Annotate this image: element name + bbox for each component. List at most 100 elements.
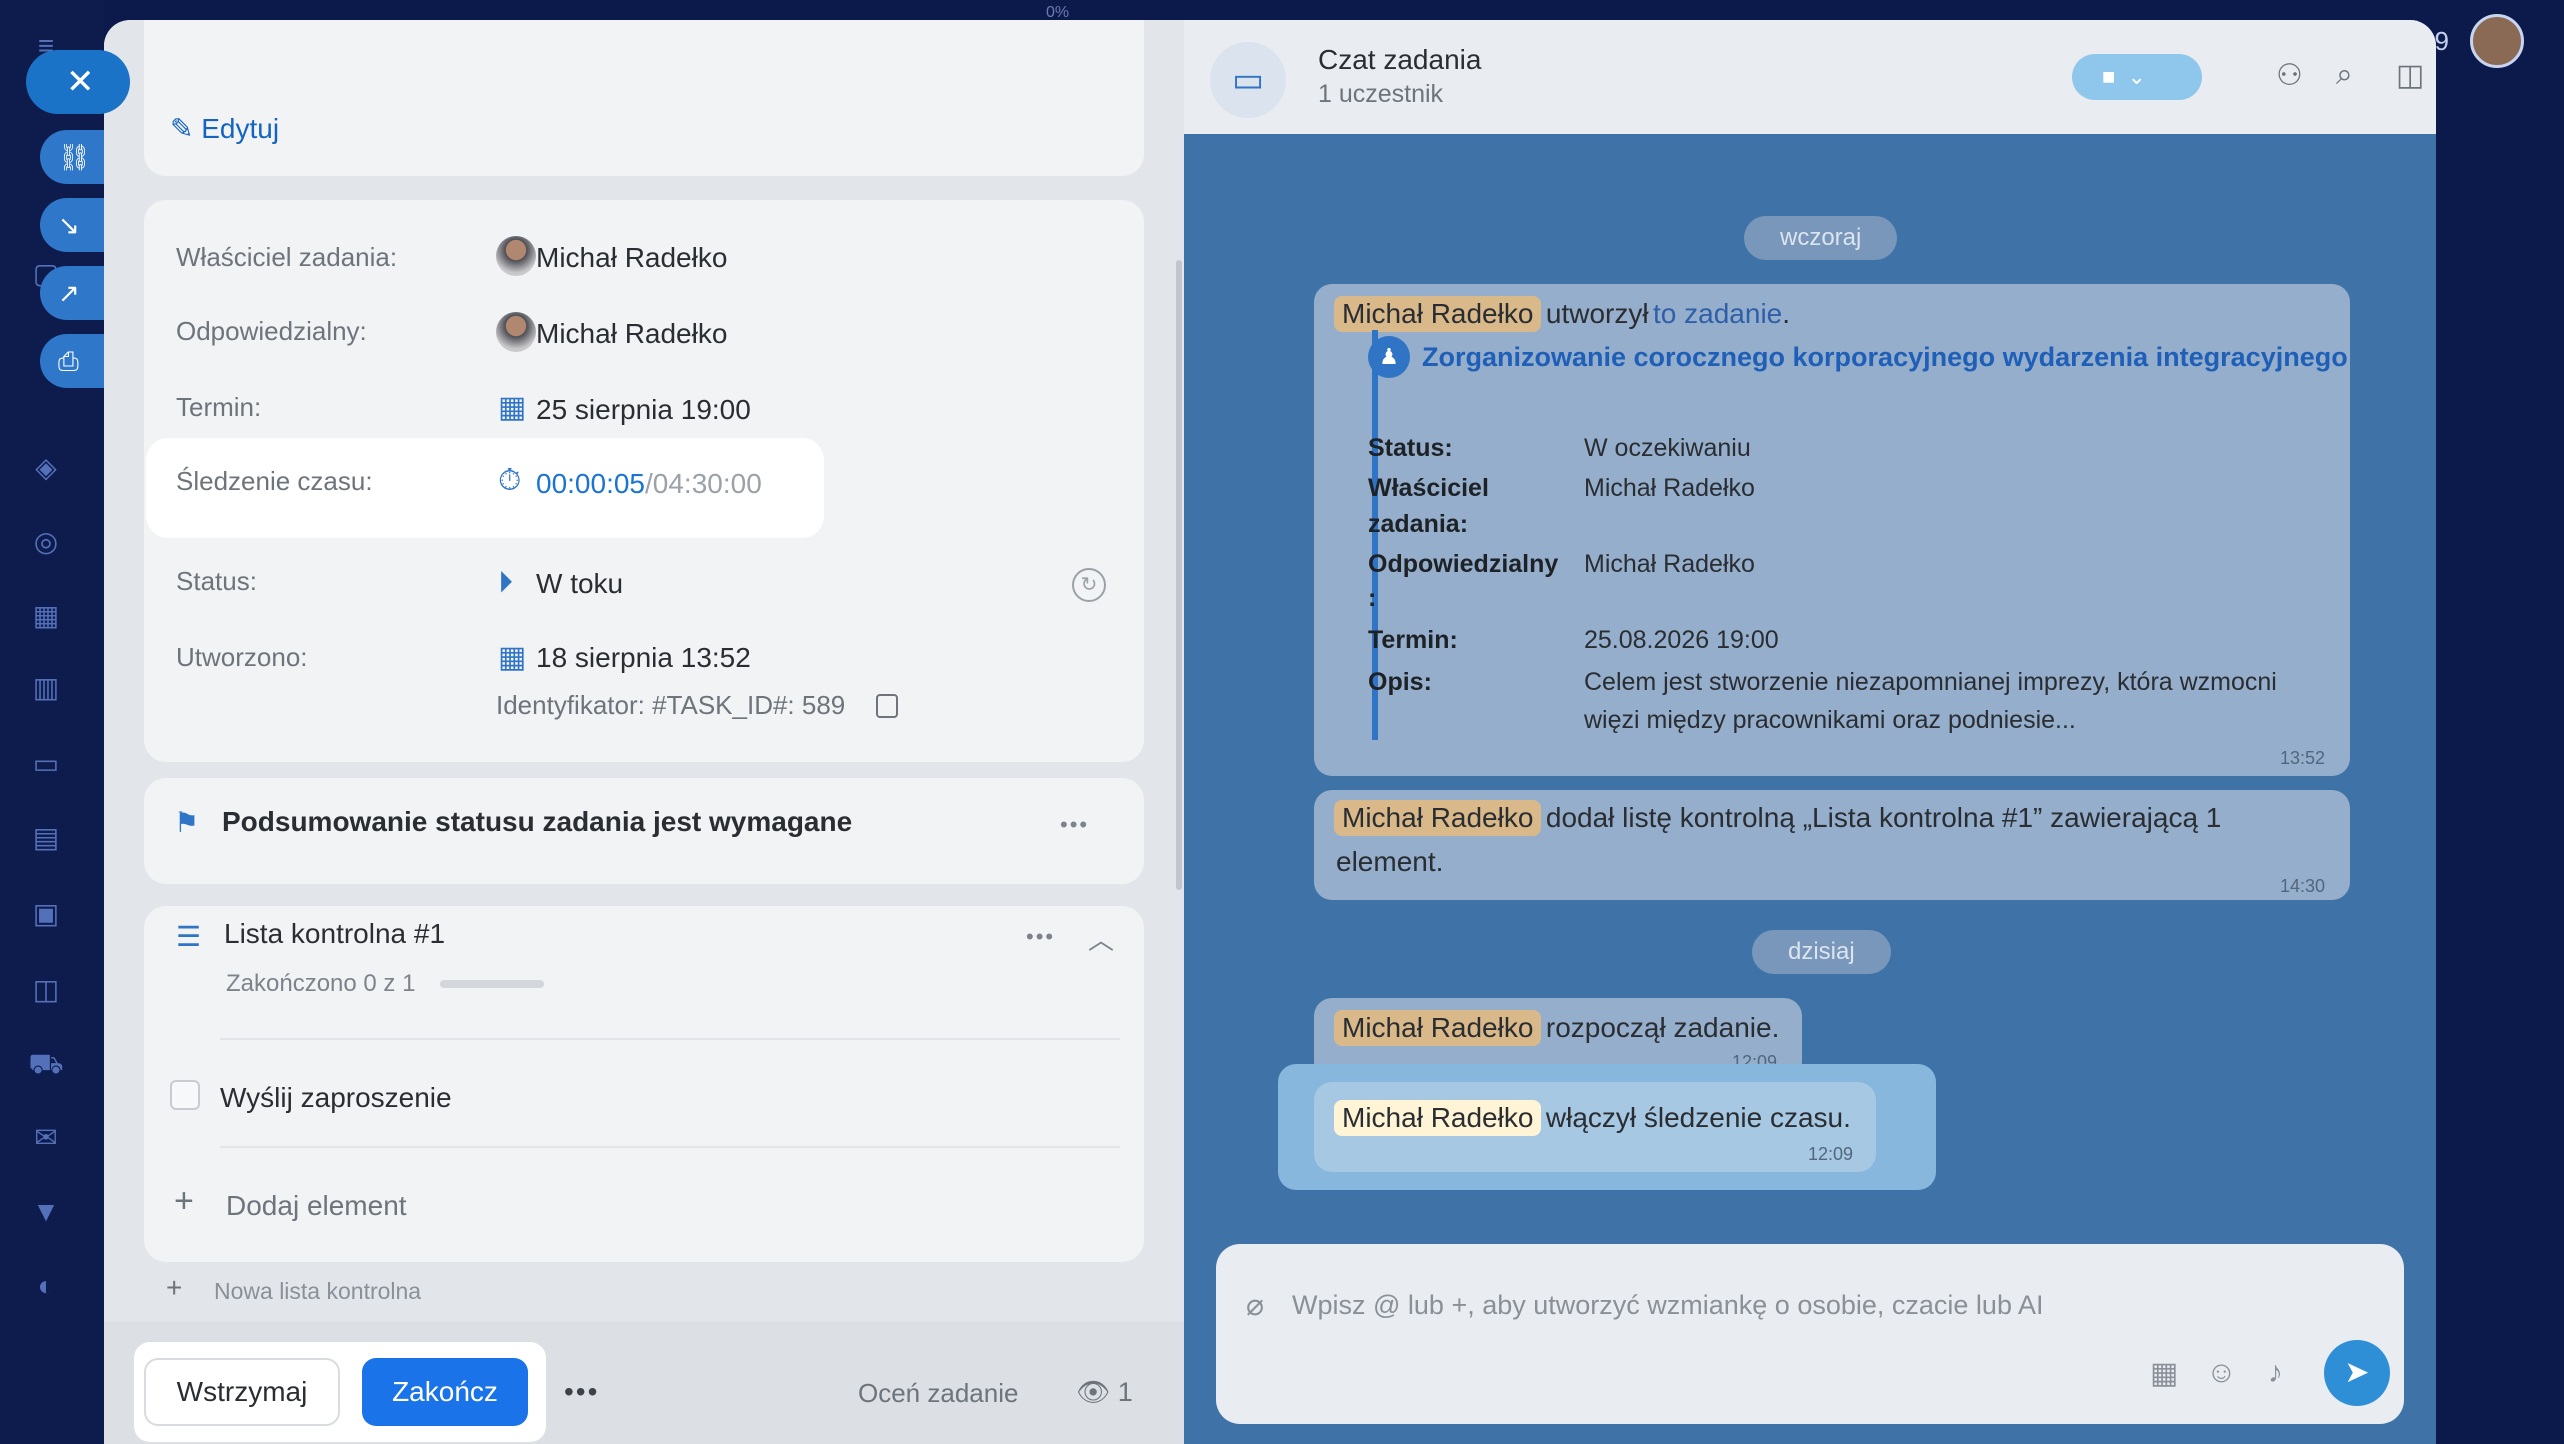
stopwatch-icon: ⏱ xyxy=(498,464,522,497)
mail-icon[interactable]: ✉ xyxy=(26,1118,66,1158)
billing-icon[interactable]: ▭ xyxy=(26,744,66,784)
responsible-label: Odpowiedzialny: xyxy=(176,316,367,346)
board-icon[interactable]: ▣ xyxy=(26,894,66,934)
author-mention[interactable]: Michał Radełko xyxy=(1334,296,1542,332)
sidebar-toggle-icon[interactable]: ◫ xyxy=(2396,58,2424,93)
time-tracking-value[interactable]: 00:00:05/04:30:00 xyxy=(536,468,762,500)
external-link-icon[interactable]: ↗ xyxy=(40,266,104,320)
chat-title: Czat zadania xyxy=(1318,44,1482,75)
task-details-pane: ✎ Edytuj Właściciel zadania: Michał Rade… xyxy=(104,20,1184,1444)
viewers-count[interactable]: 👁 1 xyxy=(1076,1376,1133,1408)
author-mention[interactable]: Michał Radełko xyxy=(1334,1100,1542,1136)
created-value: 18 sierpnia 13:52 xyxy=(536,642,751,673)
message-time: 14:30 xyxy=(2280,876,2326,896)
link-icon[interactable]: ⛓ xyxy=(40,130,104,184)
eye-icon: 👁 xyxy=(1076,1377,1118,1407)
quote-owner-label: Właściciel xyxy=(1368,474,1489,502)
rate-task-button[interactable]: Oceń zadanie xyxy=(858,1378,1018,1409)
description-card xyxy=(144,20,1144,176)
target-icon[interactable]: ◎ xyxy=(26,522,66,562)
add-user-icon[interactable]: ⚇ xyxy=(2276,58,2303,93)
task-id: Identyfikator: #TASK_ID#: 589 xyxy=(496,690,846,720)
created-label: Utworzono: xyxy=(176,642,308,672)
owner-avatar[interactable] xyxy=(496,236,536,276)
checklist-item-checkbox[interactable] xyxy=(170,1080,200,1110)
search-icon[interactable]: ⌕ xyxy=(2336,58,2353,92)
message-time: 12:09 xyxy=(1808,1144,1854,1164)
summary-title: Podsumowanie statusu zadania jest wymaga… xyxy=(222,806,853,837)
author-mention[interactable]: Michał Radełko xyxy=(1334,1010,1542,1046)
settings-icon[interactable]: ◐ xyxy=(26,1266,66,1306)
calendar-icon: ▦ xyxy=(498,391,527,424)
message-line: Michał Radełko rozpoczął zadanie. xyxy=(1334,1010,1779,1046)
flag-icon: ⚑ xyxy=(174,807,200,838)
video-call-button[interactable]: ■ ⌄ xyxy=(2072,54,2202,100)
user-avatar[interactable] xyxy=(2470,14,2524,68)
time-tracking-label: Śledzenie czasu: xyxy=(176,466,373,496)
summary-more-button[interactable]: ••• xyxy=(1060,812,1089,838)
pause-button[interactable]: Wstrzymaj xyxy=(144,1358,340,1426)
task-user-icon: ♟ xyxy=(1368,336,1410,378)
task-title-link[interactable]: Zorganizowanie corocznego korporacyjnego… xyxy=(1422,342,2348,373)
collapse-chevron-icon[interactable]: ︿ xyxy=(1088,920,1116,957)
message-time: 13:52 xyxy=(2280,748,2326,768)
task-link[interactable]: to zadanie xyxy=(1653,298,1782,329)
shop-icon[interactable]: ⛟ xyxy=(26,1044,66,1084)
responsible-value[interactable]: Michał Radełko xyxy=(536,318,727,350)
message-line: Michał Radełko utworzył to zadanie. xyxy=(1334,296,1790,332)
owner-label: Właściciel zadania: xyxy=(176,242,398,272)
docs-icon[interactable]: ▤ xyxy=(26,818,66,858)
quote-description-label: Opis: xyxy=(1368,668,1432,696)
close-button[interactable]: ✕ xyxy=(26,50,130,114)
quote-responsible-label: Odpowiedzialny xyxy=(1368,550,1559,578)
microphone-icon[interactable]: ♪ xyxy=(2268,1356,2283,1390)
history-icon[interactable]: ↻ xyxy=(1072,568,1106,602)
checklist-title[interactable]: Lista kontrolna #1 xyxy=(224,918,445,950)
footer-more-button[interactable]: ••• xyxy=(564,1376,599,1408)
crm-icon[interactable]: ◈ xyxy=(26,448,66,488)
quote-status-label: Status: xyxy=(1368,434,1453,462)
quote-responsible-label-2: : xyxy=(1368,584,1377,612)
chat-bubble-icon: ▭ xyxy=(1210,42,1286,118)
quote-responsible-value: Michał Radełko xyxy=(1584,550,1755,578)
add-element-button[interactable]: Dodaj element xyxy=(226,1190,407,1222)
scrollbar[interactable] xyxy=(1176,260,1182,890)
quote-owner-label-2: zadania: xyxy=(1368,510,1469,538)
status-value[interactable]: W toku xyxy=(536,568,623,600)
sites-icon[interactable]: ◫ xyxy=(26,970,66,1010)
emoji-icon[interactable]: ☺ xyxy=(2206,1356,2237,1390)
filter-icon[interactable]: ▼ xyxy=(26,1192,66,1232)
time-estimate: 04:30:00 xyxy=(652,468,762,499)
edit-link[interactable]: ✎ Edytuj xyxy=(170,112,279,145)
checklist-more-button[interactable]: ••• xyxy=(1026,924,1055,950)
apps-grid-icon[interactable]: ▦ xyxy=(2150,1356,2178,1391)
print-icon[interactable]: ⎙ xyxy=(40,334,104,388)
library-icon[interactable]: ▥ xyxy=(26,668,66,708)
import-icon[interactable]: ↘ xyxy=(40,198,104,252)
date-separator: wczoraj xyxy=(1744,216,1898,260)
attach-icon[interactable]: ⌀ xyxy=(1246,1288,1264,1323)
checklist-item-label[interactable]: Wyślij zaproszenie xyxy=(220,1082,452,1114)
quote-description-line2: więzi między pracownikami oraz podniesie… xyxy=(1584,706,2076,734)
message-line: Michał Radełko dodał listę kontrolną „Li… xyxy=(1334,800,2221,836)
checklist-progress-text: Zakończono 0 z 1 xyxy=(226,970,416,997)
new-checklist-button[interactable]: Nowa lista kontrolna xyxy=(214,1278,421,1305)
divider xyxy=(220,1146,1120,1148)
chat-participants[interactable]: 1 uczestnik xyxy=(1318,80,1443,109)
author-mention[interactable]: Michał Radełko xyxy=(1334,800,1542,836)
finish-button[interactable]: Zakończ xyxy=(362,1358,528,1426)
date-separator: dzisiaj xyxy=(1752,930,1891,974)
owner-value[interactable]: Michał Radełko xyxy=(536,242,727,274)
message-input[interactable]: Wpisz @ lub +, aby utworzyć wzmiankę o o… xyxy=(1292,1290,2043,1321)
pencil-icon: ✎ xyxy=(170,113,202,144)
message-input-box[interactable] xyxy=(1216,1244,2404,1424)
status-label: Status: xyxy=(176,566,257,596)
calendar-icon[interactable]: ▦ xyxy=(26,596,66,636)
deadline-value[interactable]: 25 sierpnia 19:00 xyxy=(536,394,751,426)
quote-deadline-value: 25.08.2026 19:00 xyxy=(1584,626,1779,654)
chat-header: ▭ Czat zadania 1 uczestnik ■ ⌄ ⚇ ⌕ ◫ xyxy=(1184,20,2436,134)
responsible-avatar[interactable] xyxy=(496,312,536,352)
send-button[interactable]: ➤ xyxy=(2324,1340,2390,1406)
copy-icon[interactable] xyxy=(876,694,898,718)
quote-owner-value: Michał Radełko xyxy=(1584,474,1755,502)
